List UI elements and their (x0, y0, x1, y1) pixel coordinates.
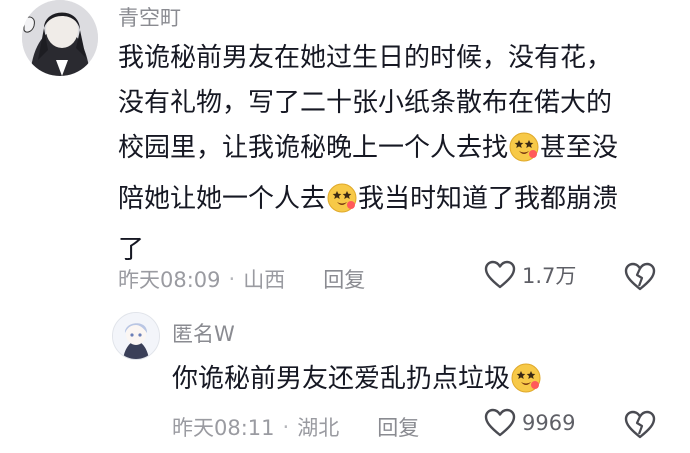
separator: · (228, 267, 236, 291)
star-eyes-emoji-icon (511, 363, 541, 408)
broken-heart-icon (624, 262, 656, 291)
like-button[interactable]: 1.7万 (484, 260, 576, 290)
comment-text: 你诡秘前男友还爱乱扔点垃圾 (172, 357, 642, 408)
star-eyes-emoji-icon (509, 132, 539, 177)
broken-heart-icon (624, 410, 656, 439)
separator: · (282, 415, 290, 439)
timestamp: 昨天08:11 (172, 416, 275, 440)
comment-line: 陪她让她一个人去 我当时知道了我都崩溃 (118, 177, 678, 228)
dislike-button[interactable] (624, 262, 656, 296)
timestamp: 昨天08:09 (118, 268, 221, 292)
comment-line: 校园里，让我诡秘晚上一个人去找 甚至没 (118, 126, 678, 177)
like-count: 1.7万 (522, 264, 577, 288)
heart-outline-icon (484, 260, 516, 289)
like-button[interactable]: 9969 (484, 408, 575, 438)
reply-button[interactable]: 回复 (323, 264, 365, 294)
reply-button[interactable]: 回复 (377, 412, 419, 442)
avatar[interactable] (22, 0, 98, 76)
comment-meta: 昨天08:09 · 山西 回复 (118, 264, 365, 294)
username[interactable]: 青空町 (118, 2, 181, 32)
dislike-button[interactable] (624, 410, 656, 444)
star-eyes-emoji-icon (327, 183, 357, 228)
location: 湖北 (297, 416, 340, 440)
comment-meta: 昨天08:11 · 湖北 回复 (172, 412, 419, 442)
comment-line: 没有礼物，写了二十张小纸条散布在偌大的 (118, 88, 613, 118)
avatar[interactable] (112, 312, 160, 360)
comment-line: 我诡秘前男友在她过生日的时候，没有花， (118, 43, 613, 73)
heart-outline-icon (484, 408, 516, 437)
comment-text: 我诡秘前男友在她过生日的时候，没有花， 没有礼物，写了二十张小纸条散布在偌大的 … (118, 36, 678, 273)
like-count: 9969 (522, 411, 576, 435)
username[interactable]: 匿名W (172, 318, 235, 348)
location: 山西 (243, 268, 286, 292)
